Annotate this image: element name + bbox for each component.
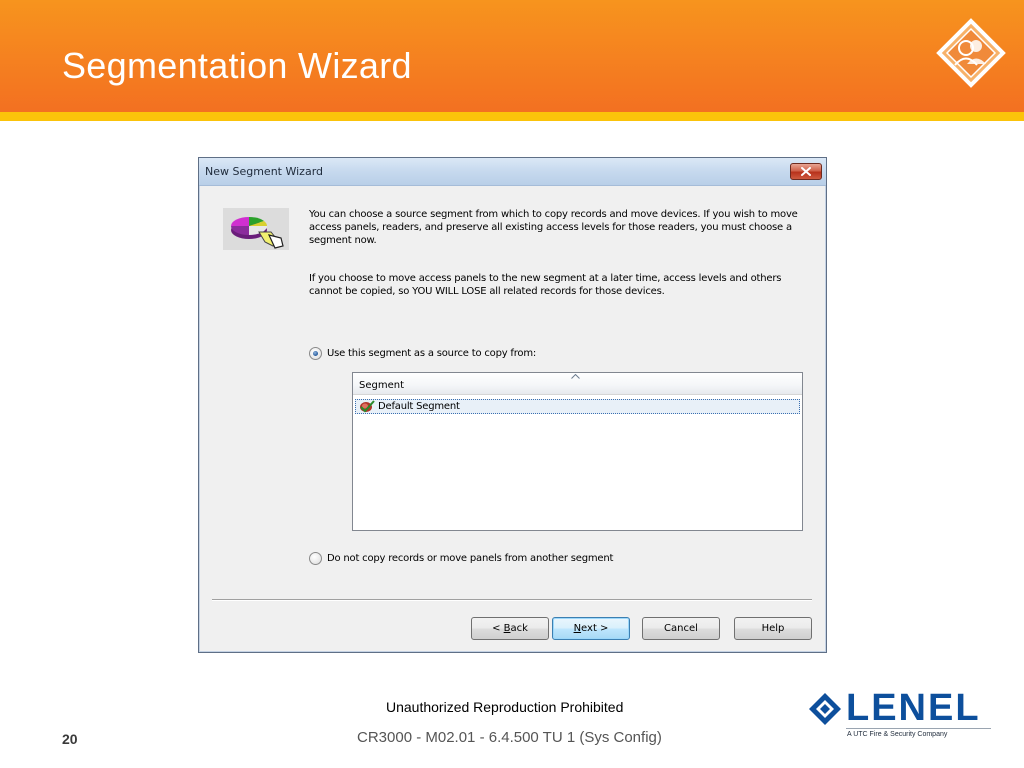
course-code: CR3000 - M02.01 - 6.4.500 TU 1 (Sys Conf…: [357, 729, 662, 746]
lenel-logo: LENEL A UTC Fire & Security Company: [806, 686, 992, 742]
close-button[interactable]: [790, 163, 822, 180]
new-segment-wizard-dialog: New Segment Wizard You can choose a sour…: [198, 157, 827, 653]
warning-paragraph: If you choose to move access panels to t…: [309, 273, 782, 297]
people-diamond-icon: [936, 18, 1006, 88]
back-button[interactable]: < Back: [471, 617, 549, 640]
dialog-body: You can choose a source segment from whi…: [199, 186, 826, 652]
back-prefix: <: [492, 623, 504, 634]
lenel-diamond-icon: [809, 693, 841, 725]
segment-column-header[interactable]: Segment: [353, 373, 802, 395]
segment-column-label: Segment: [359, 380, 404, 391]
logo-rule: [846, 728, 991, 729]
back-mnemonic: B: [503, 623, 511, 634]
no-copy-label[interactable]: Do not copy records or move panels from …: [327, 553, 613, 564]
next-mnemonic: N: [573, 623, 582, 634]
use-source-segment-option[interactable]: Use this segment as a source to copy fro…: [309, 347, 536, 360]
use-source-segment-radio[interactable]: [309, 347, 322, 360]
next-rest: ext >: [581, 623, 609, 634]
dialog-titlebar[interactable]: New Segment Wizard: [199, 158, 826, 186]
segment-check-icon: [360, 400, 375, 413]
page-number: 20: [62, 731, 78, 747]
slide-title: Segmentation Wizard: [62, 45, 412, 86]
lenel-subtitle: A UTC Fire & Security Company: [847, 731, 948, 738]
button-separator: [212, 599, 812, 601]
lenel-wordmark: LENEL: [846, 687, 981, 729]
dialog-title: New Segment Wizard: [205, 165, 324, 178]
segment-list[interactable]: Segment Default Segment: [352, 372, 803, 531]
no-copy-option[interactable]: Do not copy records or move panels from …: [309, 552, 613, 565]
list-item-default-segment[interactable]: Default Segment: [355, 399, 800, 414]
next-button[interactable]: Next >: [552, 617, 630, 640]
back-rest: ack: [510, 623, 528, 634]
close-x-icon: [801, 167, 811, 176]
cancel-button[interactable]: Cancel: [642, 617, 720, 640]
help-button[interactable]: Help: [734, 617, 812, 640]
header-stripe: [0, 112, 1024, 121]
use-source-segment-label[interactable]: Use this segment as a source to copy fro…: [327, 348, 536, 359]
intro-paragraph: You can choose a source segment from whi…: [309, 209, 798, 246]
sort-ascending-icon: [571, 374, 580, 379]
footer-notice: Unauthorized Reproduction Prohibited: [386, 699, 624, 715]
pie-chart-hand-icon: [223, 208, 289, 250]
no-copy-radio[interactable]: [309, 552, 322, 565]
list-item-label: Default Segment: [378, 401, 460, 412]
